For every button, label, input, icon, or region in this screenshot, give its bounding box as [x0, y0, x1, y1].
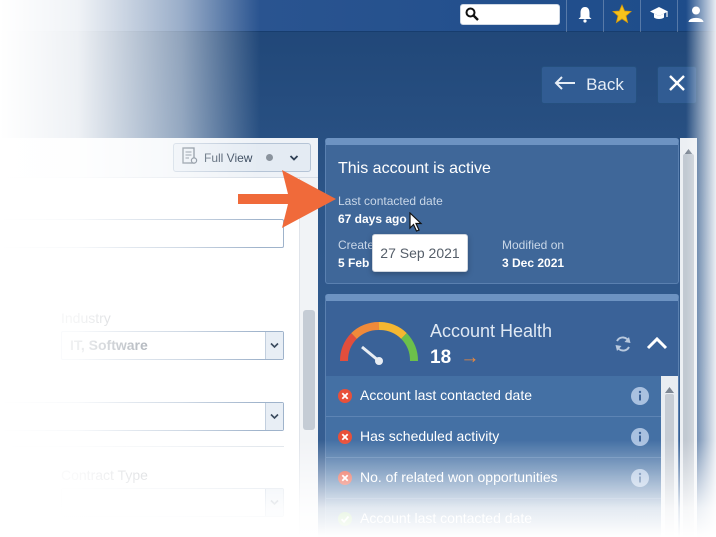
info-icon[interactable] [631, 469, 649, 490]
account-health-score: 18 → [430, 347, 479, 369]
callout-arrow-icon [238, 168, 338, 235]
arrow-left-icon [554, 75, 576, 95]
close-icon [668, 74, 686, 97]
modified-label: Modified on [502, 238, 565, 252]
pass-check-icon [338, 512, 352, 529]
health-score-value: 18 [430, 347, 452, 368]
industry-label: Industry [61, 310, 111, 326]
refresh-icon[interactable] [613, 334, 633, 359]
health-list-scrollbar-thumb[interactable] [665, 394, 674, 537]
graduation-cap-icon [649, 5, 669, 28]
list-item: Account last contacted date [326, 376, 661, 417]
list-item: No. of related won opportunities [326, 458, 661, 499]
created-label: Create [338, 238, 375, 252]
bell-icon [576, 5, 594, 28]
criteria-label: Has scheduled activity [360, 428, 500, 444]
contract-type-label: Contract Type [61, 467, 148, 483]
contract-type-select[interactable] [61, 488, 284, 517]
top-bar [0, 0, 716, 32]
last-contacted-value[interactable]: 67 days ago [338, 212, 407, 226]
health-list-scrollbar[interactable] [661, 376, 678, 537]
chevron-down-icon [265, 489, 283, 516]
fail-x-icon [338, 471, 352, 488]
account-status-title: This account is active [338, 160, 491, 177]
document-view-icon [182, 147, 198, 168]
user-icon [687, 5, 705, 28]
chevron-down-icon [289, 151, 299, 165]
health-criteria-list: Account last contacted date Has schedule… [326, 376, 661, 537]
criteria-label: No. of related won opportunities [360, 469, 558, 485]
info-icon[interactable] [631, 387, 649, 408]
section-divider [0, 446, 284, 447]
page-scrollbar-thumb[interactable] [683, 154, 694, 537]
criteria-label: Account last contacted date [360, 510, 532, 526]
criteria-label: Account last contacted date [360, 387, 532, 403]
form-select-field[interactable] [0, 402, 284, 431]
fail-x-icon [338, 389, 352, 406]
academy-button[interactable] [640, 0, 676, 32]
list-item: Account last contacted date [326, 499, 661, 537]
back-button-label: Back [586, 75, 624, 94]
account-health-title: Account Health [430, 321, 553, 341]
industry-value: IT, Software [70, 337, 148, 353]
list-item: Has scheduled activity [326, 417, 661, 458]
date-tooltip: 27 Sep 2021 [372, 234, 468, 272]
fail-x-icon [338, 430, 352, 447]
trend-arrow-icon: → [460, 347, 480, 368]
last-contacted-label: Last contacted date [338, 194, 443, 208]
page-scrollbar[interactable] [680, 138, 697, 537]
mouse-cursor-icon [409, 211, 423, 237]
health-gauge-icon [338, 315, 420, 372]
modified-value: 3 Dec 2021 [502, 256, 565, 270]
industry-select[interactable]: IT, Software [61, 331, 284, 360]
close-button[interactable] [657, 66, 697, 104]
form-scrollbar-thumb[interactable] [303, 310, 315, 430]
back-button[interactable]: Back [541, 66, 637, 104]
user-profile-button[interactable] [677, 0, 713, 32]
full-view-label: Full View [204, 150, 253, 165]
status-dot-icon [266, 154, 274, 161]
collapse-chevron-up-icon[interactable] [646, 335, 668, 356]
notifications-button[interactable] [566, 0, 602, 32]
info-icon[interactable] [631, 428, 649, 449]
search-icon [465, 7, 479, 26]
favorites-button[interactable] [603, 0, 639, 32]
chevron-down-icon [265, 403, 283, 430]
account-health-card: Account Health 18 → Account last contact… [325, 294, 679, 537]
global-search[interactable] [460, 4, 560, 25]
chevron-down-icon [265, 332, 283, 359]
star-icon [611, 3, 632, 29]
search-input[interactable] [483, 7, 557, 22]
